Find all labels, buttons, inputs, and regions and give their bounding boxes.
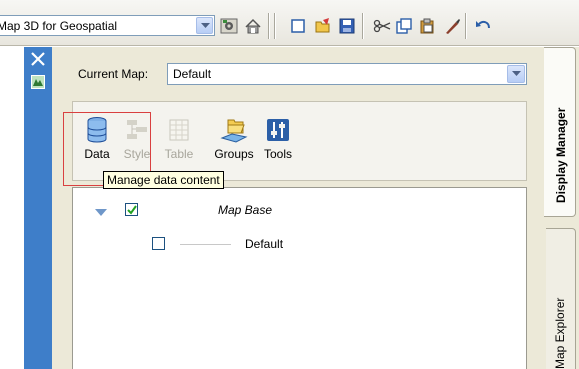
tab-display-manager-label: Display Manager (554, 107, 568, 203)
expand-triangle-icon[interactable] (95, 206, 107, 220)
close-icon[interactable] (31, 52, 45, 66)
tab-map-explorer[interactable]: Map Explorer (546, 228, 576, 369)
new-icon[interactable] (289, 17, 307, 35)
current-map-dropdown[interactable]: Default (167, 63, 527, 85)
layer-tree (72, 187, 527, 369)
groups-button-label: Groups (214, 147, 254, 161)
groups-button[interactable]: Groups (213, 111, 255, 177)
table-icon (169, 119, 189, 141)
open-icon[interactable] (314, 17, 332, 35)
map-base-label: Map Base (218, 203, 273, 217)
palette-title-strip[interactable] (24, 47, 52, 369)
chevron-down-icon[interactable] (507, 65, 525, 83)
tools-icon (267, 119, 289, 141)
default-layer-label: Default (245, 237, 284, 251)
workspace-home-icon[interactable] (244, 17, 262, 35)
undo-icon[interactable] (474, 17, 492, 35)
copy-icon[interactable] (395, 17, 413, 35)
layer-connector-line (180, 244, 231, 245)
save-icon[interactable] (338, 17, 356, 35)
paste-icon[interactable] (418, 17, 436, 35)
palette-properties-icon[interactable] (31, 75, 45, 89)
tooltip: Manage data content (103, 171, 224, 189)
tab-map-explorer-label: Map Explorer (553, 297, 567, 369)
table-button-label: Table (164, 147, 194, 161)
current-map-value: Default (173, 67, 212, 81)
tab-display-manager[interactable]: Display Manager (544, 47, 576, 217)
toolbar-separator (362, 13, 364, 39)
workspace-dropdown[interactable]: Map 3D for Geospatial (0, 15, 215, 36)
workspace-settings-icon[interactable] (220, 17, 238, 35)
tools-button[interactable]: Tools (257, 111, 299, 177)
workspace-value: Map 3D for Geospatial (0, 19, 118, 33)
current-map-label: Current Map: (78, 67, 149, 81)
cut-icon[interactable] (373, 17, 391, 35)
match-properties-icon[interactable] (443, 17, 461, 35)
main-toolbar: Map 3D for Geospatial (0, 0, 579, 46)
toolbar-separator (274, 13, 276, 39)
toolbar-separator (465, 13, 467, 39)
table-button[interactable]: Table (158, 111, 200, 177)
groups-icon (220, 119, 248, 143)
toolbar-separator (268, 13, 270, 39)
default-layer-checkbox[interactable] (152, 237, 165, 250)
tools-button-label: Tools (263, 147, 292, 161)
map-base-checkbox[interactable] (125, 203, 138, 216)
chevron-down-icon[interactable] (196, 17, 213, 34)
